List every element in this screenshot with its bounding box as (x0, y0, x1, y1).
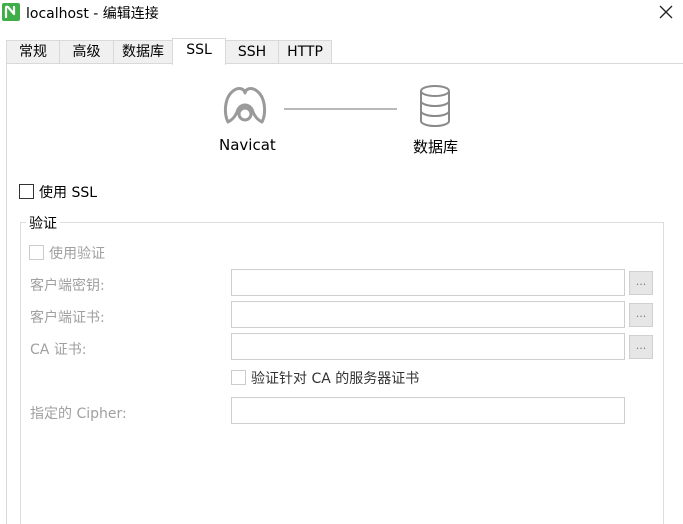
window-title: localhost - 编辑连接 (26, 6, 159, 22)
use-ssl-checkbox[interactable] (19, 184, 34, 199)
tab-ssh[interactable]: SSH (225, 40, 279, 64)
auth-group-title: 验证 (26, 213, 60, 233)
client-cert-field[interactable] (231, 301, 625, 328)
use-auth-label: 使用验证 (49, 246, 105, 262)
ca-cert-label: CA 证书: (30, 342, 87, 358)
navicat-seal-icon (223, 87, 267, 124)
navicat-logo-icon (2, 3, 20, 21)
tab-http[interactable]: HTTP (278, 40, 332, 64)
close-button[interactable] (648, 0, 683, 24)
title-bar: localhost - 编辑连接 (0, 0, 683, 26)
diagram-label-navicat: Navicat (219, 136, 276, 154)
ca-cert-field[interactable] (231, 333, 625, 360)
use-ssl-label: 使用 SSL (39, 185, 98, 201)
client-key-browse-button[interactable]: ... (629, 271, 653, 295)
tab-advanced[interactable]: 高级 (59, 40, 114, 64)
database-icon (420, 85, 450, 128)
verify-ca-label: 验证针对 CA 的服务器证书 (251, 371, 420, 387)
tab-strip: 常规 高级 数据库 SSL SSH HTTP (0, 38, 683, 65)
close-icon (659, 5, 672, 19)
cipher-label: 指定的 Cipher: (30, 406, 127, 422)
verify-ca-checkbox[interactable] (231, 370, 246, 385)
client-cert-browse-button[interactable]: ... (629, 303, 653, 327)
client-key-field[interactable] (231, 269, 625, 296)
client-key-label: 客户端密钥: (30, 278, 105, 294)
cipher-field[interactable] (231, 397, 625, 424)
tab-database[interactable]: 数据库 (113, 40, 173, 64)
tab-general[interactable]: 常规 (6, 40, 60, 64)
ca-cert-browse-button[interactable]: ... (629, 335, 653, 359)
connection-line (284, 108, 397, 110)
client-cert-label: 客户端证书: (30, 310, 105, 326)
use-auth-checkbox[interactable] (29, 245, 44, 260)
tab-ssl[interactable]: SSL (172, 38, 226, 65)
diagram-label-database: 数据库 (413, 138, 459, 156)
